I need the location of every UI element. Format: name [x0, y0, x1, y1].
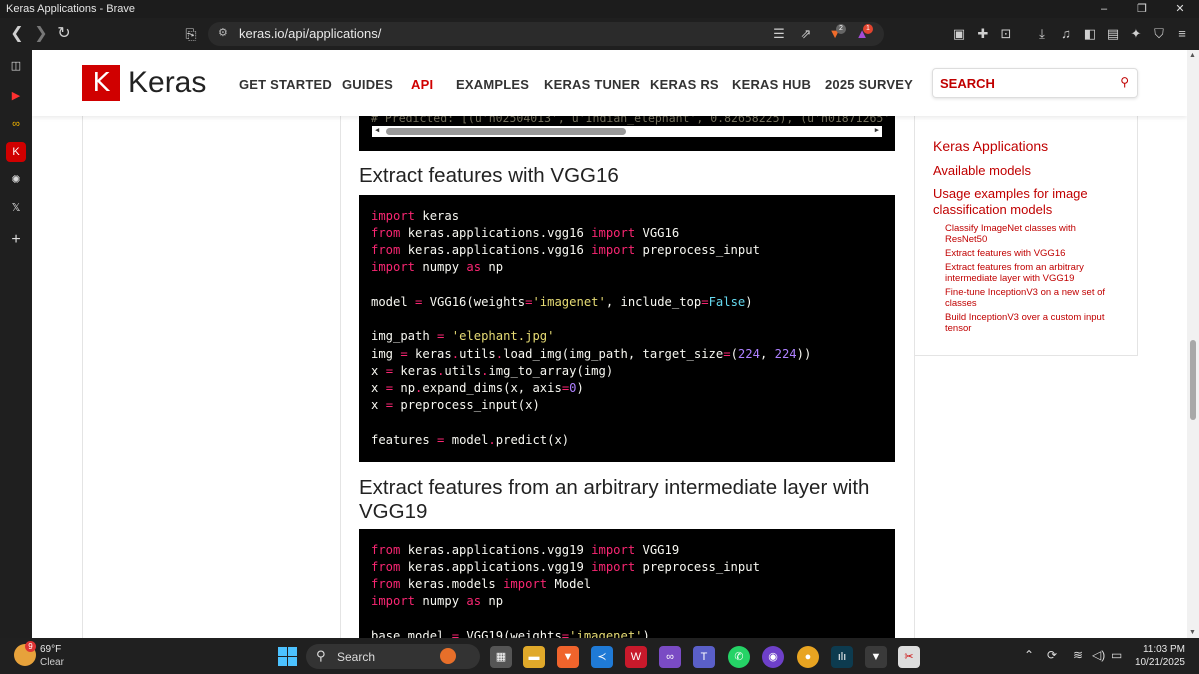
nav-keras-hub[interactable]: KERAS HUB	[732, 77, 811, 92]
visual-studio-icon[interactable]: ∞	[659, 646, 681, 668]
wps-icon[interactable]: W	[625, 646, 647, 668]
tray-chevron-icon[interactable]: ⌃	[1024, 648, 1034, 662]
keras-tab-icon[interactable]: K	[6, 142, 26, 162]
search-highlight-icon	[440, 648, 456, 664]
toc-usage-examples-line1[interactable]: Usage examples for image	[933, 186, 1088, 202]
shields-count-badge: 2	[836, 24, 846, 34]
nav-api[interactable]: API	[411, 77, 433, 92]
code-hscrollbar[interactable]: ◀ ▶	[372, 126, 882, 137]
sidebar-toggle-icon[interactable]: ◧	[1081, 25, 1099, 43]
rewards-count-badge: 1	[863, 24, 873, 34]
taskbar-search-label: Search	[337, 650, 376, 664]
toc-sub-custom-input-line2[interactable]: tensor	[945, 323, 1125, 335]
youtube-icon[interactable]: ▶	[6, 86, 26, 106]
keras-logo[interactable]: K	[82, 65, 120, 101]
vpn-icon[interactable]: ⛉	[1150, 25, 1168, 43]
clock-date: 10/21/2025	[1134, 657, 1185, 668]
toc-sub-vgg19-line2[interactable]: intermediate layer with VGG19	[945, 273, 1125, 285]
toc-sub-resnet50-line2[interactable]: ResNet50	[945, 234, 1125, 246]
toc-available-models[interactable]: Available models	[933, 163, 1031, 179]
reader-mode-icon[interactable]: ☰	[770, 25, 788, 43]
toc-sub-vgg16[interactable]: Extract features with VGG16	[945, 248, 1125, 260]
scroll-down-icon[interactable]: ▼	[1189, 629, 1196, 636]
web-page: K Keras GET STARTED GUIDES API EXAMPLES …	[32, 50, 1187, 638]
sidebar-panel-icon[interactable]: ◫	[6, 56, 26, 76]
brave-active-icon[interactable]: ▼	[865, 646, 887, 668]
downloads-icon[interactable]: ⤓	[1033, 25, 1051, 43]
teams-icon[interactable]: T	[693, 646, 715, 668]
share-icon[interactable]: ⇗	[797, 25, 815, 43]
weather-condition[interactable]: Clear	[40, 657, 64, 668]
url-text[interactable]: keras.io/api/applications/	[239, 26, 381, 41]
volume-icon[interactable]: ◁)	[1092, 648, 1105, 662]
section-title-vgg19-line2: VGG19	[359, 500, 428, 523]
extensions-icon[interactable]: ✚	[974, 25, 992, 43]
brave-taskbar-icon[interactable]: ▼	[557, 646, 579, 668]
file-explorer-icon[interactable]: ▬	[523, 646, 545, 668]
search-icon[interactable]: ⚲	[1120, 75, 1129, 89]
window-titlebar: Keras Applications - Brave – ❐ ✕	[0, 0, 1199, 18]
nav-keras-tuner[interactable]: KERAS TUNER	[544, 77, 640, 92]
tab-search-icon[interactable]: ▣	[950, 25, 968, 43]
code-block-vgg16: import keras from keras.applications.vgg…	[359, 195, 895, 462]
wifi-icon[interactable]: ≋	[1073, 648, 1083, 662]
nav-2025-survey[interactable]: 2025 SURVEY	[825, 77, 913, 92]
page-scrollbar-thumb[interactable]	[1190, 340, 1196, 420]
taskbar-search[interactable]: ⚲ Search	[306, 644, 480, 669]
task-view-icon[interactable]: ▦	[490, 646, 512, 668]
section-title-vgg16: Extract features with VGG16	[359, 164, 619, 187]
scroll-up-icon[interactable]: ▲	[1189, 52, 1196, 59]
maximize-button[interactable]: ❐	[1123, 0, 1161, 18]
menu-icon[interactable]: ≡	[1173, 25, 1191, 43]
toc-sub-finetune-line2[interactable]: classes	[945, 298, 1125, 310]
chrome-icon[interactable]: ●	[797, 646, 819, 668]
browser-sidebar: ◫ ▶ ∞ K ✺ 𝕏 +	[0, 50, 32, 638]
tray-sync-icon[interactable]: ⟳	[1047, 648, 1057, 662]
browser-toolbar: ❮ ❯ ↻ ⎘ ⚙ keras.io/api/applications/ ☰ ⇗…	[0, 18, 1199, 50]
code-hscrollbar-thumb[interactable]	[386, 128, 626, 135]
site-settings-icon[interactable]: ⚙	[218, 26, 232, 40]
page-scrollbar[interactable]: ▲ ▼	[1187, 50, 1199, 638]
dev-app-icon[interactable]: ılı	[831, 646, 853, 668]
weather-badge: 9	[25, 641, 36, 652]
weather-temp[interactable]: 69°F	[40, 644, 61, 655]
whatsapp-icon[interactable]: ✆	[728, 646, 750, 668]
snipping-tool-icon[interactable]: ✂	[898, 646, 920, 668]
toc-usage-examples-line2[interactable]: classification models	[933, 202, 1052, 218]
back-icon[interactable]: ❮	[7, 24, 27, 44]
start-button[interactable]	[278, 647, 298, 667]
nav-get-started[interactable]: GET STARTED	[239, 77, 332, 92]
nav-guides[interactable]: GUIDES	[342, 77, 393, 92]
chatgpt-icon[interactable]: ✺	[6, 170, 26, 190]
windows-taskbar: 9 69°F Clear ⚲ Search ▦ ▬ ▼ ≺ W ∞ T ✆ ◉ …	[0, 638, 1199, 674]
code-block-vgg19: from keras.applications.vgg19 import VGG…	[359, 529, 895, 638]
search-placeholder[interactable]: SEARCH	[940, 76, 995, 91]
nav-examples[interactable]: EXAMPLES	[456, 77, 529, 92]
site-header: K Keras GET STARTED GUIDES API EXAMPLES …	[32, 50, 1187, 116]
leo-ai-icon[interactable]: ✦	[1127, 25, 1145, 43]
vscode-icon[interactable]: ≺	[591, 646, 613, 668]
media-icon[interactable]: ♫	[1057, 25, 1075, 43]
battery-icon[interactable]: ▭	[1111, 648, 1122, 662]
nav-keras-rs[interactable]: KERAS RS	[650, 77, 719, 92]
search-box[interactable]: SEARCH ⚲	[932, 68, 1138, 98]
system-clock[interactable]: 11:03 PM 10/21/2025	[1129, 644, 1185, 668]
wallet-icon[interactable]: ▤	[1104, 25, 1122, 43]
infinity-icon[interactable]: ∞	[6, 114, 26, 134]
section-title-vgg19-line1: Extract features from an arbitrary inter…	[359, 476, 870, 499]
x-icon[interactable]: 𝕏	[6, 198, 26, 218]
search-icon: ⚲	[316, 648, 326, 663]
bookmark-icon[interactable]: ⎘	[181, 24, 201, 44]
forward-icon[interactable]: ❯	[31, 24, 51, 44]
keras-logo-text[interactable]: Keras	[128, 65, 206, 101]
clock-time: 11:03 PM	[1142, 644, 1185, 655]
reload-icon[interactable]: ↻	[54, 24, 74, 44]
toc-keras-applications[interactable]: Keras Applications	[933, 138, 1048, 154]
window-title: Keras Applications - Brave	[6, 3, 136, 15]
close-window-button[interactable]: ✕	[1161, 0, 1199, 18]
minimize-button[interactable]: –	[1085, 0, 1123, 18]
screenshot-icon[interactable]: ⊡	[997, 25, 1015, 43]
add-sidebar-item-icon[interactable]: +	[6, 230, 26, 250]
github-icon[interactable]: ◉	[762, 646, 784, 668]
